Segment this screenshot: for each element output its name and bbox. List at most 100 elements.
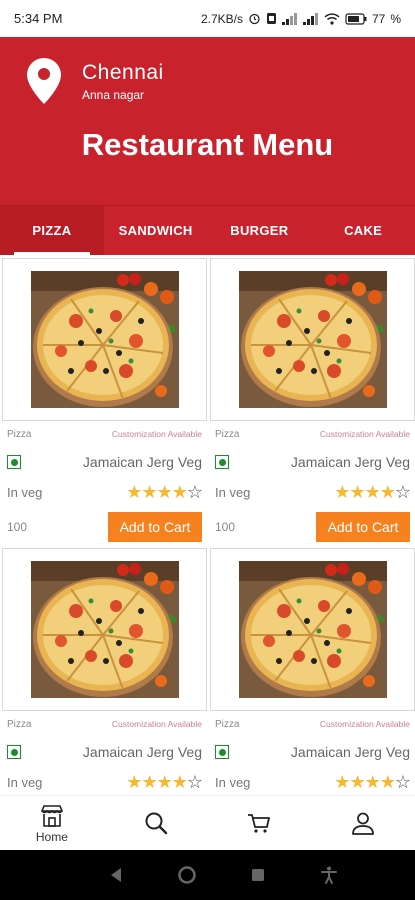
tab-pizza[interactable]: PIZZA bbox=[0, 206, 104, 255]
star-filled-icon: ★ bbox=[364, 481, 381, 502]
item-image-frame[interactable] bbox=[2, 258, 207, 421]
menu-grid: Pizza Customization Available Jamaican J… bbox=[0, 255, 415, 795]
item-category: Pizza bbox=[7, 718, 32, 730]
pizza-image bbox=[238, 561, 387, 698]
rating-stars: ★★★★☆ bbox=[334, 481, 411, 503]
item-type: In veg bbox=[7, 484, 43, 500]
item-rating-row: In veg ★★★★☆ bbox=[2, 767, 207, 795]
item-image-frame[interactable] bbox=[2, 548, 207, 711]
tab-sandwich[interactable]: SANDWICH bbox=[104, 206, 208, 255]
rating-stars: ★★★★☆ bbox=[126, 481, 203, 503]
nav-search[interactable] bbox=[104, 796, 208, 850]
star-filled-icon: ★ bbox=[126, 771, 142, 792]
category-tabs: PIZZA SANDWICH BURGER CAKE bbox=[0, 205, 415, 255]
bottom-navigation: Home bbox=[0, 795, 415, 850]
location-pin-icon[interactable] bbox=[26, 57, 62, 105]
veg-indicator-icon bbox=[7, 455, 21, 469]
item-image-frame[interactable] bbox=[210, 258, 415, 421]
pizza-image bbox=[238, 271, 387, 408]
home-circle-icon[interactable] bbox=[177, 865, 197, 885]
veg-indicator-icon bbox=[215, 745, 229, 759]
tab-cake[interactable]: CAKE bbox=[311, 206, 415, 255]
home-store-icon bbox=[41, 804, 63, 827]
back-icon[interactable] bbox=[106, 865, 126, 885]
star-filled-icon: ★ bbox=[171, 771, 188, 792]
app-screen: 5:34 PM 2.7KB/s 77% Chennai Anna nagar R… bbox=[0, 0, 415, 900]
item-type: In veg bbox=[215, 484, 251, 500]
nav-cart[interactable] bbox=[208, 796, 312, 850]
item-meta-row: Pizza Customization Available bbox=[210, 711, 415, 737]
star-filled-icon: ★ bbox=[364, 771, 381, 792]
item-name[interactable]: Jamaican Jerg Veg bbox=[83, 454, 202, 470]
star-filled-icon: ★ bbox=[141, 481, 157, 502]
item-meta-row: Pizza Customization Available bbox=[2, 421, 207, 447]
item-image-frame[interactable] bbox=[210, 548, 415, 711]
nav-home[interactable]: Home bbox=[0, 796, 104, 850]
item-rating-row: In veg ★★★★☆ bbox=[2, 477, 207, 507]
item-category: Pizza bbox=[215, 718, 240, 730]
star-empty-icon: ☆ bbox=[186, 481, 203, 502]
item-category: Pizza bbox=[215, 428, 240, 440]
star-filled-icon: ★ bbox=[379, 481, 396, 502]
cart-icon bbox=[248, 814, 271, 833]
item-type: In veg bbox=[7, 774, 43, 790]
veg-indicator-icon bbox=[215, 455, 229, 469]
status-bar: 5:34 PM 2.7KB/s 77% bbox=[0, 0, 415, 37]
nav-home-label: Home bbox=[35, 829, 68, 844]
star-filled-icon: ★ bbox=[334, 481, 350, 502]
user-icon bbox=[352, 812, 375, 835]
search-icon bbox=[145, 812, 167, 835]
star-filled-icon: ★ bbox=[126, 481, 142, 502]
header: Chennai Anna nagar Restaurant Menu bbox=[0, 37, 415, 205]
add-to-cart-button[interactable]: Add to Cart bbox=[316, 512, 410, 542]
location-city[interactable]: Chennai bbox=[82, 61, 164, 85]
item-name[interactable]: Jamaican Jerg Veg bbox=[291, 454, 410, 470]
percent-sign: % bbox=[390, 11, 401, 26]
battery-percent: 77 bbox=[371, 11, 386, 26]
star-filled-icon: ★ bbox=[141, 771, 157, 792]
item-meta-row: Pizza Customization Available bbox=[2, 711, 207, 737]
star-filled-icon: ★ bbox=[349, 771, 365, 792]
menu-item-card[interactable]: Pizza Customization Available Jamaican J… bbox=[210, 548, 415, 795]
wifi-icon bbox=[324, 12, 340, 25]
customization-label: Customization Available bbox=[319, 719, 410, 729]
item-name-row: Jamaican Jerg Veg bbox=[210, 737, 415, 767]
item-price: 100 bbox=[7, 520, 28, 534]
item-meta-row: Pizza Customization Available bbox=[210, 421, 415, 447]
page-title: Restaurant Menu bbox=[81, 127, 334, 162]
add-to-cart-button[interactable]: Add to Cart bbox=[108, 512, 202, 542]
menu-item-card[interactable]: Pizza Customization Available Jamaican J… bbox=[210, 258, 415, 544]
star-filled-icon: ★ bbox=[334, 771, 350, 792]
signal-icon-1 bbox=[281, 12, 297, 25]
menu-item-card[interactable]: Pizza Customization Available Jamaican J… bbox=[2, 548, 207, 795]
customization-label: Customization Available bbox=[111, 719, 202, 729]
item-price-row: 100 Add to Cart bbox=[2, 507, 207, 547]
pizza-image bbox=[30, 561, 179, 698]
item-price-row: 100 Add to Cart bbox=[210, 507, 415, 547]
location-area: Anna nagar bbox=[82, 88, 145, 102]
accessibility-icon[interactable] bbox=[319, 865, 339, 885]
star-filled-icon: ★ bbox=[171, 481, 188, 502]
star-empty-icon: ☆ bbox=[394, 771, 411, 792]
star-filled-icon: ★ bbox=[349, 481, 365, 502]
item-name[interactable]: Jamaican Jerg Veg bbox=[83, 744, 202, 760]
status-time: 5:34 PM bbox=[14, 11, 63, 26]
nav-profile[interactable] bbox=[311, 796, 415, 850]
status-indicators: 2.7KB/s 77% bbox=[201, 12, 401, 26]
star-filled-icon: ★ bbox=[156, 481, 173, 502]
item-category: Pizza bbox=[7, 428, 32, 440]
recents-icon[interactable] bbox=[248, 865, 268, 885]
menu-item-card[interactable]: Pizza Customization Available Jamaican J… bbox=[2, 258, 207, 544]
pizza-image bbox=[30, 271, 179, 408]
rating-stars: ★★★★☆ bbox=[334, 771, 411, 793]
signal-icon-2 bbox=[302, 12, 318, 25]
item-name[interactable]: Jamaican Jerg Veg bbox=[291, 744, 410, 760]
network-speed: 2.7KB/s bbox=[200, 11, 243, 26]
rating-stars: ★★★★☆ bbox=[126, 771, 203, 793]
star-empty-icon: ☆ bbox=[186, 771, 203, 792]
item-price: 100 bbox=[215, 520, 236, 534]
item-name-row: Jamaican Jerg Veg bbox=[2, 737, 207, 767]
item-rating-row: In veg ★★★★☆ bbox=[210, 767, 415, 795]
tab-burger[interactable]: BURGER bbox=[208, 206, 312, 255]
system-navigation-bar bbox=[0, 850, 415, 900]
